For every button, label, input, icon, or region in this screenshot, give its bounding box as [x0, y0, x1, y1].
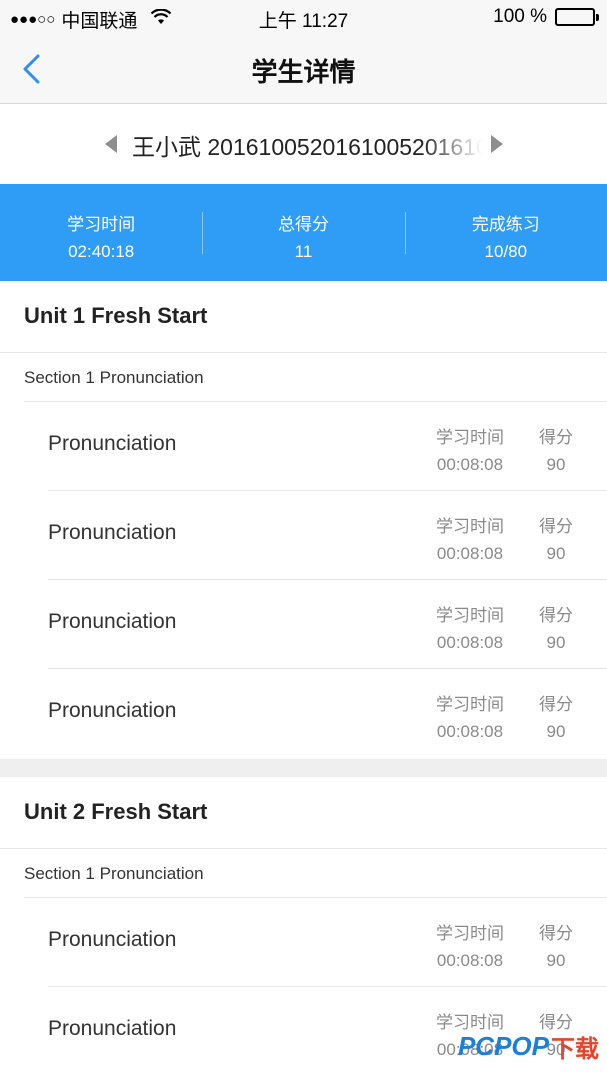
watermark-logo: PCPOP 下载 — [458, 1029, 599, 1064]
score-label: 得分 — [539, 428, 573, 447]
exercise-row[interactable]: Pronunciation 学习时间 00:08:08 得分 90 — [48, 491, 607, 580]
student-name: 王小武 2016100520161005201610 — [132, 128, 482, 162]
time-value: 00:08:08 — [436, 722, 504, 741]
exercise-name: Pronunciation — [48, 521, 177, 544]
next-student-icon[interactable] — [491, 135, 503, 153]
section-title: Section 1 Pronunciation — [24, 353, 607, 402]
battery-icon — [555, 8, 599, 26]
exercise-row[interactable]: Pronunciation 学习时间 00:08:08 得分 90 — [48, 580, 607, 669]
prev-student-icon[interactable] — [105, 135, 117, 153]
time-value: 00:08:08 — [436, 633, 504, 652]
exercise-row[interactable]: Pronunciation 学习时间 00:08:08 得分 90 — [48, 898, 607, 987]
stat-study-time: 学习时间 02:40:18 — [0, 184, 202, 281]
watermark-text: PCPOP — [457, 1031, 549, 1061]
score-label: 得分 — [539, 517, 573, 536]
unit-title: Unit 1 Fresh Start — [0, 281, 607, 353]
exercise-row[interactable]: Pronunciation 学习时间 00:08:08 得分 90 — [48, 669, 607, 758]
stat-label: 学习时间 — [67, 215, 136, 234]
time-label: 学习时间 — [436, 695, 504, 714]
status-bar: ●●●○○ 中国联通 上午 11:27 100 % — [0, 0, 607, 34]
stat-completed: 完成练习 10/80 — [404, 184, 607, 281]
section-divider — [0, 759, 607, 777]
unit-card: Unit 1 Fresh Start Section 1 Pronunciati… — [0, 281, 607, 758]
score-value: 90 — [546, 544, 566, 563]
score-value: 90 — [546, 951, 566, 970]
score-label: 得分 — [539, 695, 573, 714]
exercise-name: Pronunciation — [48, 1017, 177, 1040]
stat-value: 02:40:18 — [68, 242, 135, 261]
student-selector: 王小武 2016100520161005201610 — [0, 104, 607, 184]
section-title: Section 1 Pronunciation — [24, 849, 607, 898]
score-value: 90 — [546, 722, 566, 741]
unit-title: Unit 2 Fresh Start — [0, 777, 607, 849]
score-label: 得分 — [539, 606, 573, 625]
battery-percent: 100 % — [493, 6, 547, 27]
time-label: 学习时间 — [436, 428, 504, 447]
score-value: 90 — [546, 455, 566, 474]
stat-value: 11 — [294, 242, 313, 261]
stat-label: 完成练习 — [471, 215, 540, 234]
exercise-row[interactable]: Pronunciation 学习时间 00:08:08 得分 90 — [48, 402, 607, 491]
time-label: 学习时间 — [436, 517, 504, 536]
page-title: 学生详情 — [251, 57, 356, 87]
stat-total-score: 总得分 11 — [202, 184, 404, 281]
nav-bar: 学生详情 — [0, 34, 607, 104]
time-label: 学习时间 — [436, 924, 504, 943]
watermark-cn: 下载 — [551, 1036, 599, 1063]
time-label: 学习时间 — [436, 606, 504, 625]
exercise-name: Pronunciation — [48, 699, 177, 722]
stat-label: 总得分 — [277, 215, 329, 234]
exercise-name: Pronunciation — [48, 432, 177, 455]
exercise-name: Pronunciation — [48, 610, 177, 633]
time-value: 00:08:08 — [436, 544, 504, 563]
score-value: 90 — [546, 633, 566, 652]
stat-value: 10/80 — [484, 242, 528, 261]
score-label: 得分 — [539, 924, 573, 943]
time-value: 00:08:08 — [436, 951, 504, 970]
exercise-name: Pronunciation — [48, 928, 177, 951]
time-value: 00:08:08 — [436, 455, 504, 474]
stats-banner: 学习时间 02:40:18 总得分 11 完成练习 10/80 — [0, 184, 607, 281]
